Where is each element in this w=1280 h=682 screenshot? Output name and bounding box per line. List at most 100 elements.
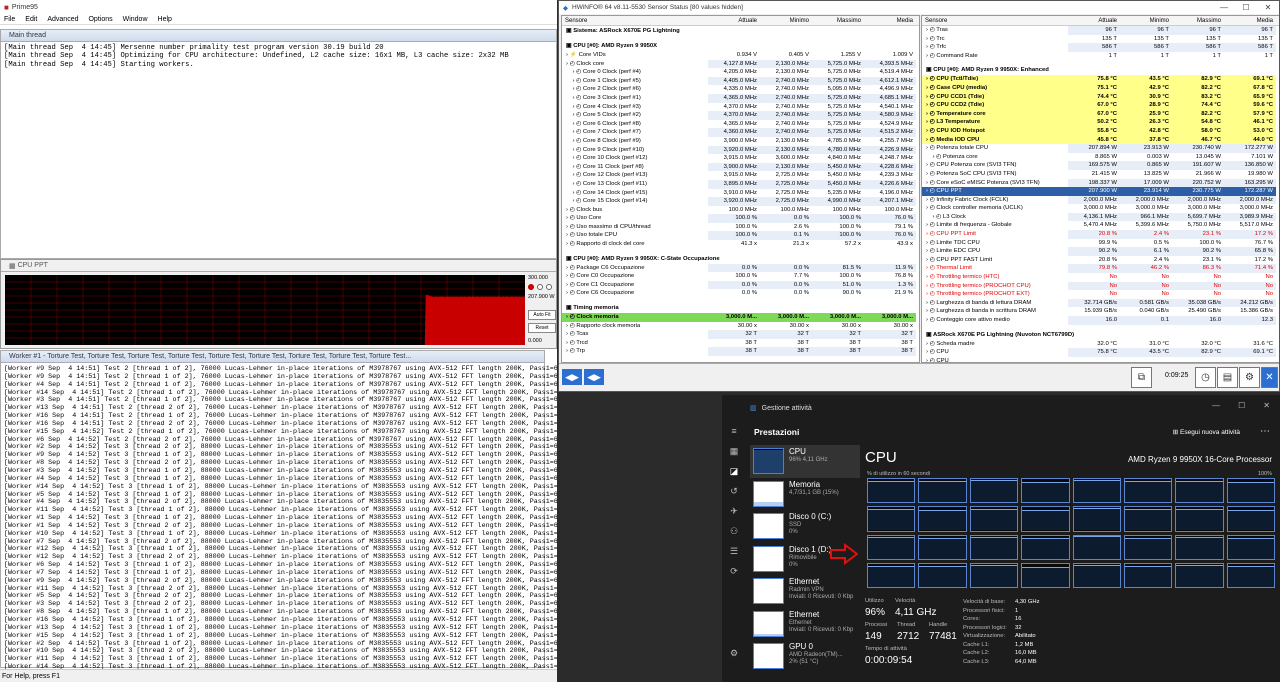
sensor-row[interactable]: › ◴ CPU PPT 207.900 W 23.914 W 230.775 W 172… — [922, 187, 1279, 196]
dot-icon[interactable] — [537, 284, 543, 290]
dot-icon[interactable] — [546, 284, 552, 290]
sensor-row[interactable]: › ◴ Limite TDC CPU 99.9 % 0.5 % 100.0 % 76.7… — [922, 239, 1279, 248]
sensor-row[interactable]: › ◴ Core 11 Clock (perf #8) 3,900.0 MHz 2,… — [562, 162, 919, 172]
sensor-row[interactable]: › ◴ Limite EDC CPU 90.2 % 6.1 % 90.2 % 65.8 … — [922, 247, 1279, 256]
sensor-row[interactable]: › ◴ CPU CCD2 (Tdie) 67.0 °C 28.9 °C 74.4 °C… — [922, 101, 1279, 110]
sensor-row[interactable]: › ◴ Core 6 Clock (perf #8) 4,365.0 MHz 2,7… — [562, 120, 919, 129]
cpu-ppt-graph-window[interactable]: ▦ CPU PPT 300.000 207.900 W Auto Fit Res… — [0, 259, 557, 349]
sensor-row[interactable]: › ◴ Clock memoria 3,000.0 M... 3,000.0 M..… — [562, 313, 919, 322]
sensor-row[interactable]: › ◴ Potenza SoC CPU (SVI3 TFN) 21.415 W 13… — [922, 170, 1279, 179]
sensor-group-header[interactable]: ▣ ASRock X670E PG Lightning (Nuvoton NCT… — [922, 330, 1279, 340]
maximize-icon[interactable]: ☐ — [1238, 401, 1245, 410]
header-max[interactable]: Massimo — [812, 18, 864, 24]
sensor-row[interactable]: › ◴ Uso Core 100.0 % 0.0 % 100.0 % 76.0 % — [562, 214, 919, 223]
sensor-row[interactable]: › ◴ Uso massimo di CPU/thread 100.0 % 2.6 … — [562, 223, 919, 232]
sensor-row[interactable]: › ◴ Clock controller memoria (UCLK) 3,000… — [922, 204, 1279, 213]
sensor-row[interactable]: › ◴ Core 0 Clock (perf #4) 4,205.0 MHz 2,1… — [562, 68, 919, 77]
clock-icon[interactable]: ◷ — [1195, 367, 1216, 388]
close-x-icon[interactable]: ✕ — [1261, 367, 1278, 388]
sensor-row[interactable]: › ◴ CPU CCD1 (Tdie) 74.4 °C 30.9 °C 83.2 °C… — [922, 92, 1279, 102]
sensor-row[interactable]: › ◴ CPU 75.8 °C 43.5 °C 82.9 °C 69.1 °C — [922, 348, 1279, 357]
sensor-row[interactable]: › ◴ Core 1 Clock (perf #5) 4,405.0 MHz 2,7… — [562, 76, 919, 86]
minimize-icon[interactable]: — — [1213, 1, 1235, 14]
sensor-row[interactable]: › ◴ Core C1 Occupazione 0.0 % 0.0 % 51.0 % 1… — [562, 280, 919, 290]
close-icon[interactable]: ✕ — [1257, 1, 1279, 14]
report-icon[interactable]: ▤ — [1217, 367, 1238, 388]
sensor-row[interactable]: › ◴ Core 14 Clock (perf #15) 3,910.0 MHz 2… — [562, 189, 919, 198]
sensor-row[interactable]: › ◴ Clock bus 100.0 MHz 100.0 MHz 100.0 MHz… — [562, 206, 919, 215]
header-avg[interactable]: Media — [864, 18, 916, 24]
services-icon[interactable]: ⟳ — [722, 561, 746, 581]
sensor-row[interactable]: › ◴ Core 5 Clock (perf #2) 4,370.0 MHz 2,7… — [562, 111, 919, 120]
sensor-row[interactable]: › ⚡ Core VIDs 0.934 V 0.405 V 1.255 V 1.009 … — [562, 51, 919, 60]
hamburger-menu-icon[interactable]: ≡ — [722, 421, 746, 441]
sensor-row[interactable]: › ◴ Rapporto di clock del core 41.3 x 21.3… — [562, 240, 919, 249]
sensor-row[interactable]: › ◴ Package C6 Occupazione 0.0 % 0.0 % 81.5… — [562, 263, 919, 273]
sensor-row[interactable]: › ◴ Media IOD CPU 45.8 °C 37.8 °C 46.7 °C 44… — [922, 135, 1279, 145]
settings-gear-icon[interactable]: ⚙ — [1239, 367, 1260, 388]
resource-item[interactable]: CPU 96% 4,11 GHz — [750, 445, 860, 478]
header-min[interactable]: Minimo — [1120, 18, 1172, 24]
sensor-row[interactable]: › ◴ Trp 38 T 38 T 38 T 38 T — [562, 347, 919, 356]
worker-title[interactable]: Worker #1 - Torture Test, Torture Test, … — [1, 351, 544, 363]
sensor-group-header[interactable]: ▣ Sistema: ASRock X670E PG Lightning — [562, 26, 919, 36]
sensor-row[interactable]: › ◴ Throttling termico (PROCHOT CPU) No No… — [922, 281, 1279, 291]
more-options-icon[interactable]: ⋯ — [1260, 426, 1270, 437]
menu-edit[interactable]: Edit — [25, 16, 37, 23]
sensor-row[interactable]: › ◴ Potenza core 8.865 W 0.003 W 13.045 W 7.… — [922, 153, 1279, 162]
sensor-group-header[interactable]: ▣ CPU [#0]: AMD Ryzen 9 9950X — [562, 41, 919, 51]
history-icon[interactable]: ↺ — [722, 481, 746, 501]
resource-item[interactable]: Disco 0 (C:) SSD 0% — [750, 510, 860, 543]
maximize-icon[interactable]: ☐ — [1235, 1, 1257, 14]
menu-file[interactable]: File — [4, 16, 15, 23]
sensor-row[interactable]: › ◴ CPU (Tctl/Tdie) 75.8 °C 43.5 °C 82.9 °C… — [922, 75, 1279, 84]
header-sensor[interactable]: Sensore — [562, 18, 708, 24]
sensor-row[interactable]: › ◴ Infinity Fabric Clock (FCLK) 2,000.0 … — [922, 195, 1279, 205]
sensor-row[interactable]: › ◴ CPU PPT FAST Limit 20.8 % 2.4 % 23.1 % 1… — [922, 256, 1279, 265]
header-current[interactable]: Attuale — [708, 18, 760, 24]
sensor-row[interactable]: › ◴ Throttling termico (PROCHOT EXT) No No… — [922, 290, 1279, 299]
sensor-row[interactable]: › ◴ Throttling termico (HTC) No No No No — [922, 273, 1279, 282]
sensor-row[interactable]: › ◴ Core C0 Occupazione 100.0 % 7.7 % 100.0… — [562, 272, 919, 281]
sensor-row[interactable]: › ◴ L3 Temperature 50.2 °C 26.3 °C 54.8 °C 4… — [922, 118, 1279, 127]
sensor-row[interactable]: › ◴ CPU IOD Hotspot 55.8 °C 42.8 °C 58.0 °C… — [922, 126, 1279, 136]
users-icon[interactable]: ⚇ — [722, 521, 746, 541]
close-icon[interactable]: ✕ — [1263, 401, 1270, 410]
reset-button[interactable]: Reset — [528, 323, 556, 333]
startup-icon[interactable]: ✈ — [722, 501, 746, 521]
header-min[interactable]: Minimo — [760, 18, 812, 24]
processes-icon[interactable]: ▦ — [722, 441, 746, 461]
prime95-titlebar[interactable]: ■ Prime95 — [0, 0, 557, 14]
sensor-row[interactable]: › ◴ Core 3 Clock (perf #1) 4,365.0 MHz 2,7… — [562, 93, 919, 103]
sensor-row[interactable]: › ◴ Tcas 32 T 32 T 32 T 32 T — [562, 330, 919, 339]
nav-left-icon[interactable]: ◀▶ — [562, 369, 582, 385]
sensor-row[interactable]: › ◴ Trfc 586 T 586 T 586 T 586 T — [922, 43, 1279, 52]
sensor-row[interactable]: › ◴ Command Rate 1 T 1 T 1 T 1 T — [922, 52, 1279, 61]
sensor-row[interactable]: › ◴ Core 8 Clock (perf #9) 3,900.0 MHz 2,1… — [562, 137, 919, 146]
sensor-group-header[interactable]: ▣ CPU [#0]: AMD Ryzen 9 9950X: Enhanced — [922, 65, 1279, 75]
sensor-row[interactable]: › ◴ Core 4 Clock (perf #3) 4,370.0 MHz 2,7… — [562, 103, 919, 112]
worker-window[interactable]: Worker #1 - Torture Test, Torture Test, … — [0, 350, 557, 671]
sensor-row[interactable]: › ◴ Temperature core 67.0 °C 25.9 °C 82.2 °… — [922, 109, 1279, 119]
sensor-row[interactable]: › ◴ CPU Potenza core (SVI3 TFN) 169.575 W… — [922, 161, 1279, 170]
header-sensor[interactable]: Sensore — [922, 18, 1068, 24]
sensor-row[interactable]: › ◴ Tras 96 T 96 T 96 T 96 T — [922, 26, 1279, 35]
sensor-row[interactable]: › ◴ Core 10 Clock (perf #12) 3,915.0 MHz 3… — [562, 154, 919, 163]
settings-gear-icon[interactable]: ⚙ — [722, 643, 746, 663]
header-avg[interactable]: Media — [1224, 18, 1276, 24]
menu-advanced[interactable]: Advanced — [47, 16, 78, 23]
minimize-icon[interactable]: — — [1212, 401, 1220, 410]
sensor-row[interactable]: › ◴ Case CPU (media) 75.1 °C 42.9 °C 82.2 °… — [922, 83, 1279, 93]
sensor-row[interactable]: › ◴ Core 7 Clock (perf #7) 4,360.0 MHz 2,7… — [562, 128, 919, 137]
sensor-row[interactable]: › ◴ Core C6 Occupazione 0.0 % 0.0 % 90.0 % 2… — [562, 289, 919, 298]
sensor-row[interactable]: › ◴ Limite di frequenza - Globale 5,470.4… — [922, 221, 1279, 230]
sensor-row[interactable]: › ◴ Trc 135 T 135 T 135 T 135 T — [922, 35, 1279, 44]
sensor-row[interactable]: › ◴ Core 2 Clock (perf #6) 4,335.0 MHz 2,7… — [562, 85, 919, 94]
resource-item[interactable]: Memoria 4,7/31,1 GB (15%) — [750, 478, 860, 511]
menu-options[interactable]: Options — [88, 16, 112, 23]
resource-item[interactable]: GPU 0 AMD Radeon(TM)... 2% (51 °C) — [750, 640, 860, 673]
sensor-row[interactable]: › ◴ Core 9 Clock (perf #10) 3,920.0 MHz 2,… — [562, 145, 919, 155]
sensor-group-header[interactable]: ▣ Timing memoria — [562, 303, 919, 313]
sensor-row[interactable]: › ◴ L3 Clock 4,136.1 MHz 966.1 MHz 5,699.7 … — [922, 212, 1279, 222]
resource-item[interactable]: Ethernet Radmin VPN Inviati: 0 Ricevuti: 0… — [750, 575, 860, 608]
